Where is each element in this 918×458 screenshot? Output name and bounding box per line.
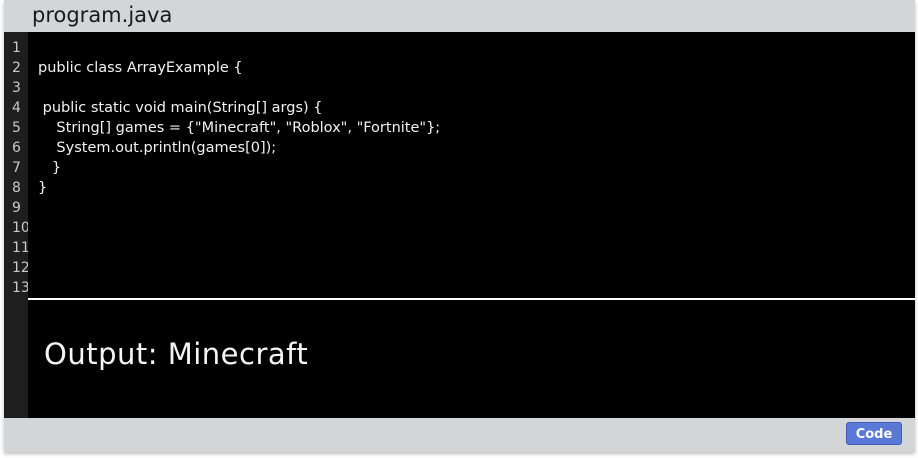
code-line[interactable]: String[] games = {"Minecraft", "Roblox",… [38,118,440,138]
code-window: program.java 1 2 3 4 5 6 7 8 9 10 11 12 … [4,0,915,452]
code-line[interactable]: public class ArrayExample { [38,58,243,78]
output-panel: Output: Minecraft [28,300,915,418]
title-bar: program.java [4,0,915,32]
code-editor[interactable]: public class ArrayExample { public stati… [28,32,915,298]
code-line[interactable]: } [38,158,61,178]
bottom-toolbar: Code [4,418,915,452]
code-line[interactable]: } [38,178,47,198]
line-number-gutter: 1 2 3 4 5 6 7 8 9 10 11 12 13 [4,32,30,418]
file-name-title: program.java [32,3,173,27]
output-text: Output: Minecraft [44,337,309,371]
code-button[interactable]: Code [846,422,902,445]
code-line[interactable]: public static void main(String[] args) { [38,98,323,118]
code-line[interactable]: System.out.println(games[0]); [38,138,276,158]
